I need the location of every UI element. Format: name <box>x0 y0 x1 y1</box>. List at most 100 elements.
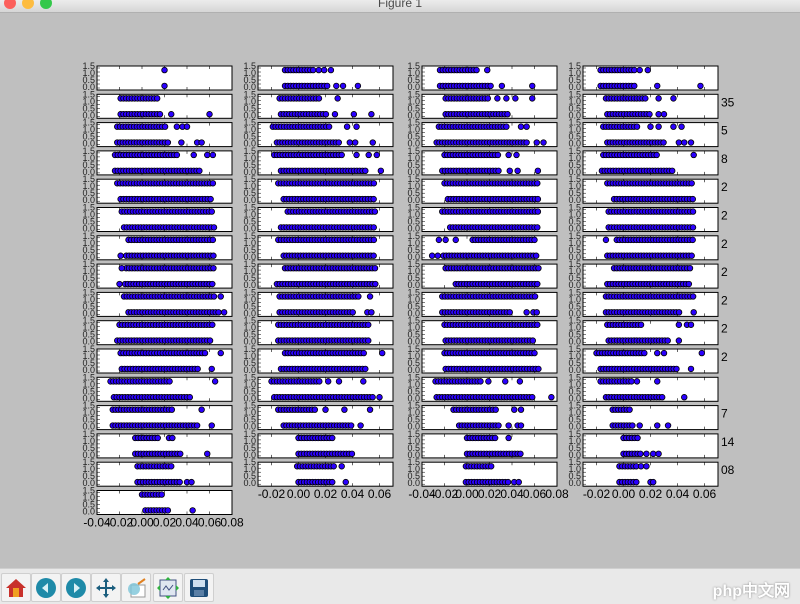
data-point <box>369 139 376 146</box>
data-point <box>655 123 662 130</box>
forward-button[interactable] <box>61 573 91 602</box>
data-point <box>164 139 172 146</box>
data-point <box>503 123 510 130</box>
subplots-config-icon <box>157 576 179 599</box>
data-point <box>198 139 205 146</box>
data-point <box>535 264 542 272</box>
back-button[interactable] <box>31 573 61 602</box>
data-point <box>442 236 449 244</box>
y-tick-label: 1.5 <box>568 429 581 439</box>
data-point <box>655 95 662 102</box>
y-tick-label: 1.5 <box>407 401 420 411</box>
data-point <box>487 463 495 470</box>
data-point <box>210 252 217 259</box>
zoom-rect-icon <box>128 577 146 597</box>
data-point <box>534 224 541 231</box>
y-tick-label-fragment: 14 <box>721 435 735 449</box>
x-tick-label: 0.04 <box>341 487 365 501</box>
data-point <box>357 422 364 429</box>
back-arrow-icon <box>36 577 56 598</box>
x-tick-label: 0.04 <box>666 487 690 501</box>
data-point <box>534 167 542 175</box>
data-point <box>675 321 683 328</box>
data-point <box>362 365 369 373</box>
y-tick-label: 1.5 <box>82 429 95 439</box>
data-point <box>534 321 541 328</box>
data-point <box>194 365 201 373</box>
data-point <box>206 337 214 344</box>
save-button[interactable] <box>184 573 214 602</box>
data-point <box>327 66 335 74</box>
data-point <box>637 450 644 458</box>
data-point <box>362 167 369 175</box>
data-point <box>628 378 635 385</box>
home-button[interactable] <box>1 573 31 602</box>
data-point <box>178 139 185 146</box>
data-point <box>485 378 492 385</box>
x-tick-label: -0.02 <box>583 487 611 501</box>
data-point <box>349 309 356 316</box>
data-point <box>208 422 215 429</box>
data-point <box>366 406 374 413</box>
data-point <box>688 180 695 187</box>
y-tick-label: 1.5 <box>568 174 581 184</box>
y-tick-label-fragment: 2 <box>721 350 728 364</box>
data-point <box>186 394 194 401</box>
data-point <box>325 378 332 385</box>
y-tick-label: 1.5 <box>407 372 420 382</box>
data-point <box>670 95 677 102</box>
subplots-config-button[interactable] <box>153 573 183 602</box>
data-point <box>315 66 322 74</box>
data-point <box>523 123 530 130</box>
data-point <box>341 406 348 413</box>
y-tick-label: 1.5 <box>82 316 95 326</box>
data-point <box>210 293 218 300</box>
data-point <box>316 378 323 385</box>
data-point <box>532 252 540 259</box>
data-point <box>664 337 671 344</box>
data-point <box>354 82 362 90</box>
data-point <box>533 139 540 146</box>
y-tick-label: 1.5 <box>568 372 581 382</box>
y-tick-label: 1.5 <box>243 61 256 71</box>
figure-canvas: 0.0 0.5 1.0 1.5 0.0 0.5 1.0 1.5 0.0 0.5 1.0 1.5 0.0 0… <box>0 13 800 568</box>
data-point <box>206 111 213 118</box>
data-point <box>517 406 525 413</box>
data-point <box>360 378 367 385</box>
data-point <box>164 507 172 514</box>
x-tick-label: 0.04 <box>500 487 524 501</box>
data-point <box>494 95 501 102</box>
pan-button[interactable] <box>91 573 121 602</box>
data-point <box>626 406 633 413</box>
zoom-button[interactable] <box>121 573 151 602</box>
data-point <box>494 151 502 159</box>
y-tick-label: 1.5 <box>568 231 581 241</box>
data-point <box>370 252 377 259</box>
data-point <box>529 337 537 344</box>
data-point <box>669 167 676 175</box>
data-point <box>531 293 539 300</box>
data-point <box>637 463 645 470</box>
data-point <box>169 434 176 442</box>
data-point <box>540 139 547 146</box>
data-point <box>220 309 228 316</box>
data-point <box>368 111 375 118</box>
data-point <box>209 236 217 244</box>
data-point <box>654 422 661 429</box>
data-point <box>495 422 502 429</box>
y-tick-label-fragment: 7 <box>721 407 728 421</box>
data-point <box>161 66 168 74</box>
data-point <box>650 450 657 458</box>
data-point <box>660 349 668 357</box>
scatter-grid: 0.00.51.01.50.00.51.01.50.00.51.01.50.00… <box>82 61 735 530</box>
y-tick-label-fragment: 2 <box>721 322 728 336</box>
y-tick-label: 1.5 <box>243 287 256 297</box>
data-point <box>365 151 372 159</box>
data-point <box>190 151 197 159</box>
x-tick-label: 0.08 <box>220 516 244 530</box>
y-tick-label: 1.5 <box>82 231 95 241</box>
y-tick-label: 1.5 <box>407 457 420 467</box>
y-tick-label: 1.5 <box>568 61 581 71</box>
data-point <box>655 450 662 458</box>
data-point <box>116 280 123 288</box>
